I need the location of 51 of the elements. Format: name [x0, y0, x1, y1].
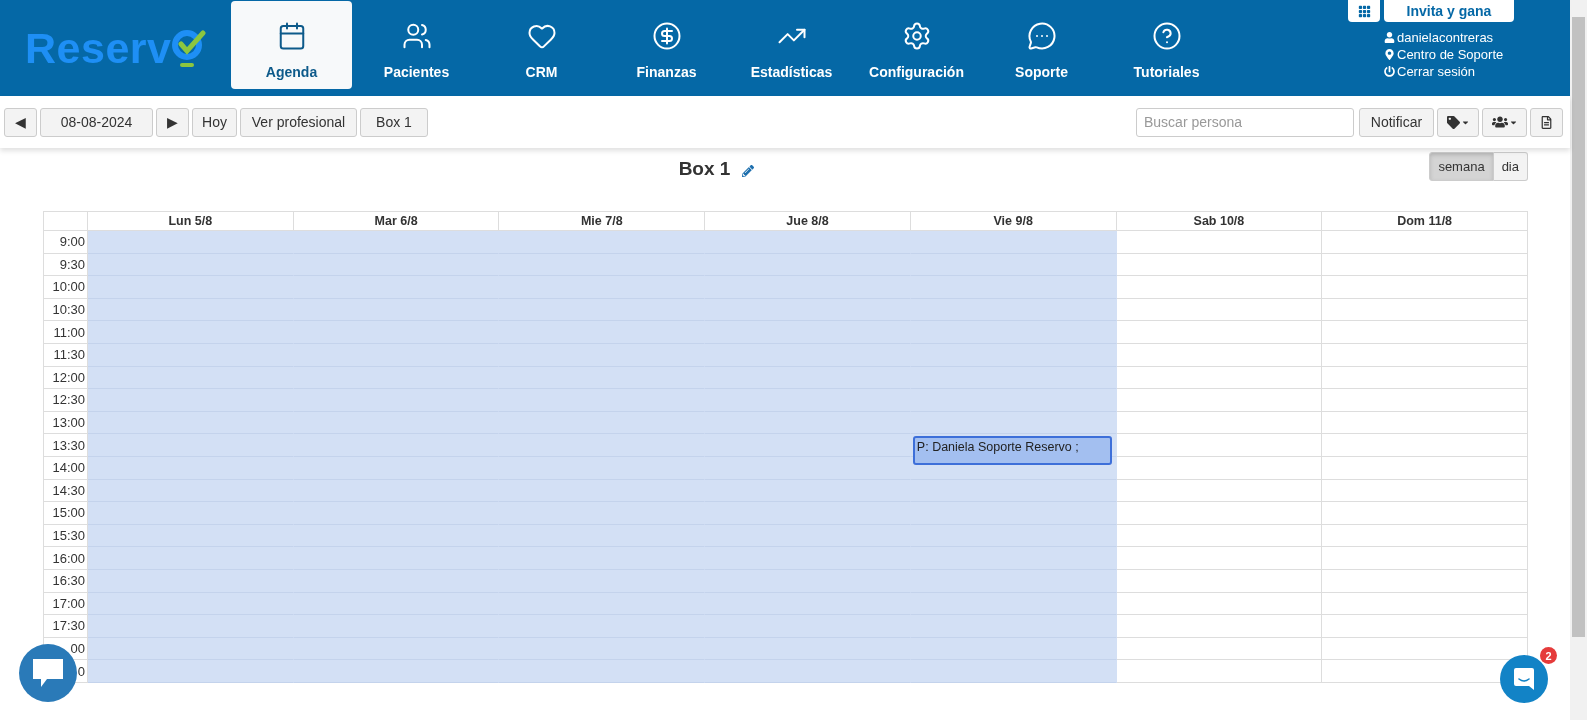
users-icon: [1491, 114, 1508, 130]
nav-tab[interactable]: Estadísticas: [731, 1, 852, 89]
messenger-button[interactable]: [1500, 655, 1548, 703]
map-pin-icon: [1384, 49, 1395, 60]
document-button[interactable]: [1530, 107, 1563, 137]
users-icon: [401, 21, 432, 51]
nav-tab[interactable]: Finanzas: [606, 1, 727, 89]
dollar-icon: [651, 21, 682, 51]
invite-button[interactable]: Invita y gana: [1384, 0, 1514, 22]
previous-button[interactable]: ◀: [4, 107, 37, 137]
username-link[interactable]: danielacontreras: [1384, 30, 1514, 45]
nav-tab[interactable]: Tutoriales: [1106, 1, 1227, 89]
today-button[interactable]: Hoy: [192, 107, 237, 137]
nav-tab[interactable]: CRM: [481, 1, 602, 89]
next-button[interactable]: ▶: [156, 107, 189, 137]
professional-button[interactable]: Ver profesional: [240, 107, 357, 137]
logo-check-icon: [172, 27, 207, 69]
help-icon: [1151, 21, 1182, 51]
tag-icon: [1446, 115, 1460, 129]
speech-bubble-icon: [31, 657, 65, 689]
view-toggle[interactable]: semana: [1429, 152, 1494, 181]
chat-bubble-icon: [1026, 21, 1057, 51]
power-icon: [1384, 66, 1395, 77]
group-menu-button[interactable]: [1482, 107, 1527, 137]
calendar-title: Box 1: [678, 158, 731, 180]
notify-button[interactable]: Notificar: [1359, 107, 1434, 137]
nav-tab[interactable]: Soporte: [981, 1, 1102, 89]
tag-menu-button[interactable]: [1437, 107, 1479, 137]
edit-icon[interactable]: [742, 165, 755, 177]
apps-button[interactable]: [1348, 0, 1380, 22]
view-toggle[interactable]: dia: [1493, 152, 1528, 181]
message-icon: [1513, 667, 1535, 691]
document-icon: [1540, 115, 1553, 129]
nav-tab[interactable]: Pacientes: [356, 1, 477, 89]
user-icon: [1384, 32, 1395, 43]
grid-icon: [1357, 4, 1371, 18]
scrollbar[interactable]: [1570, 0, 1587, 720]
logout-link[interactable]: Cerrar sesión: [1384, 64, 1514, 79]
notification-badge: 2: [1540, 647, 1557, 664]
support-link[interactable]: Centro de Soporte: [1384, 47, 1514, 62]
day-column[interactable]: [1116, 231, 1323, 683]
available-hours-column[interactable]: [88, 231, 294, 683]
available-hours-column[interactable]: P: Daniela Soporte Reservo ;: [910, 231, 1117, 683]
scrollbar-thumb[interactable]: [1572, 17, 1585, 637]
search-field[interactable]: Buscar persona: [1136, 107, 1354, 137]
appointment[interactable]: P: Daniela Soporte Reservo ;: [912, 436, 1112, 466]
box-button[interactable]: Box 1: [360, 107, 428, 137]
date-button[interactable]: 08-08-2024: [40, 107, 153, 137]
nav-tab[interactable]: Configuración: [856, 1, 977, 89]
logo-text: Reserv: [25, 23, 172, 73]
nav-tab[interactable]: Agenda: [231, 1, 352, 89]
